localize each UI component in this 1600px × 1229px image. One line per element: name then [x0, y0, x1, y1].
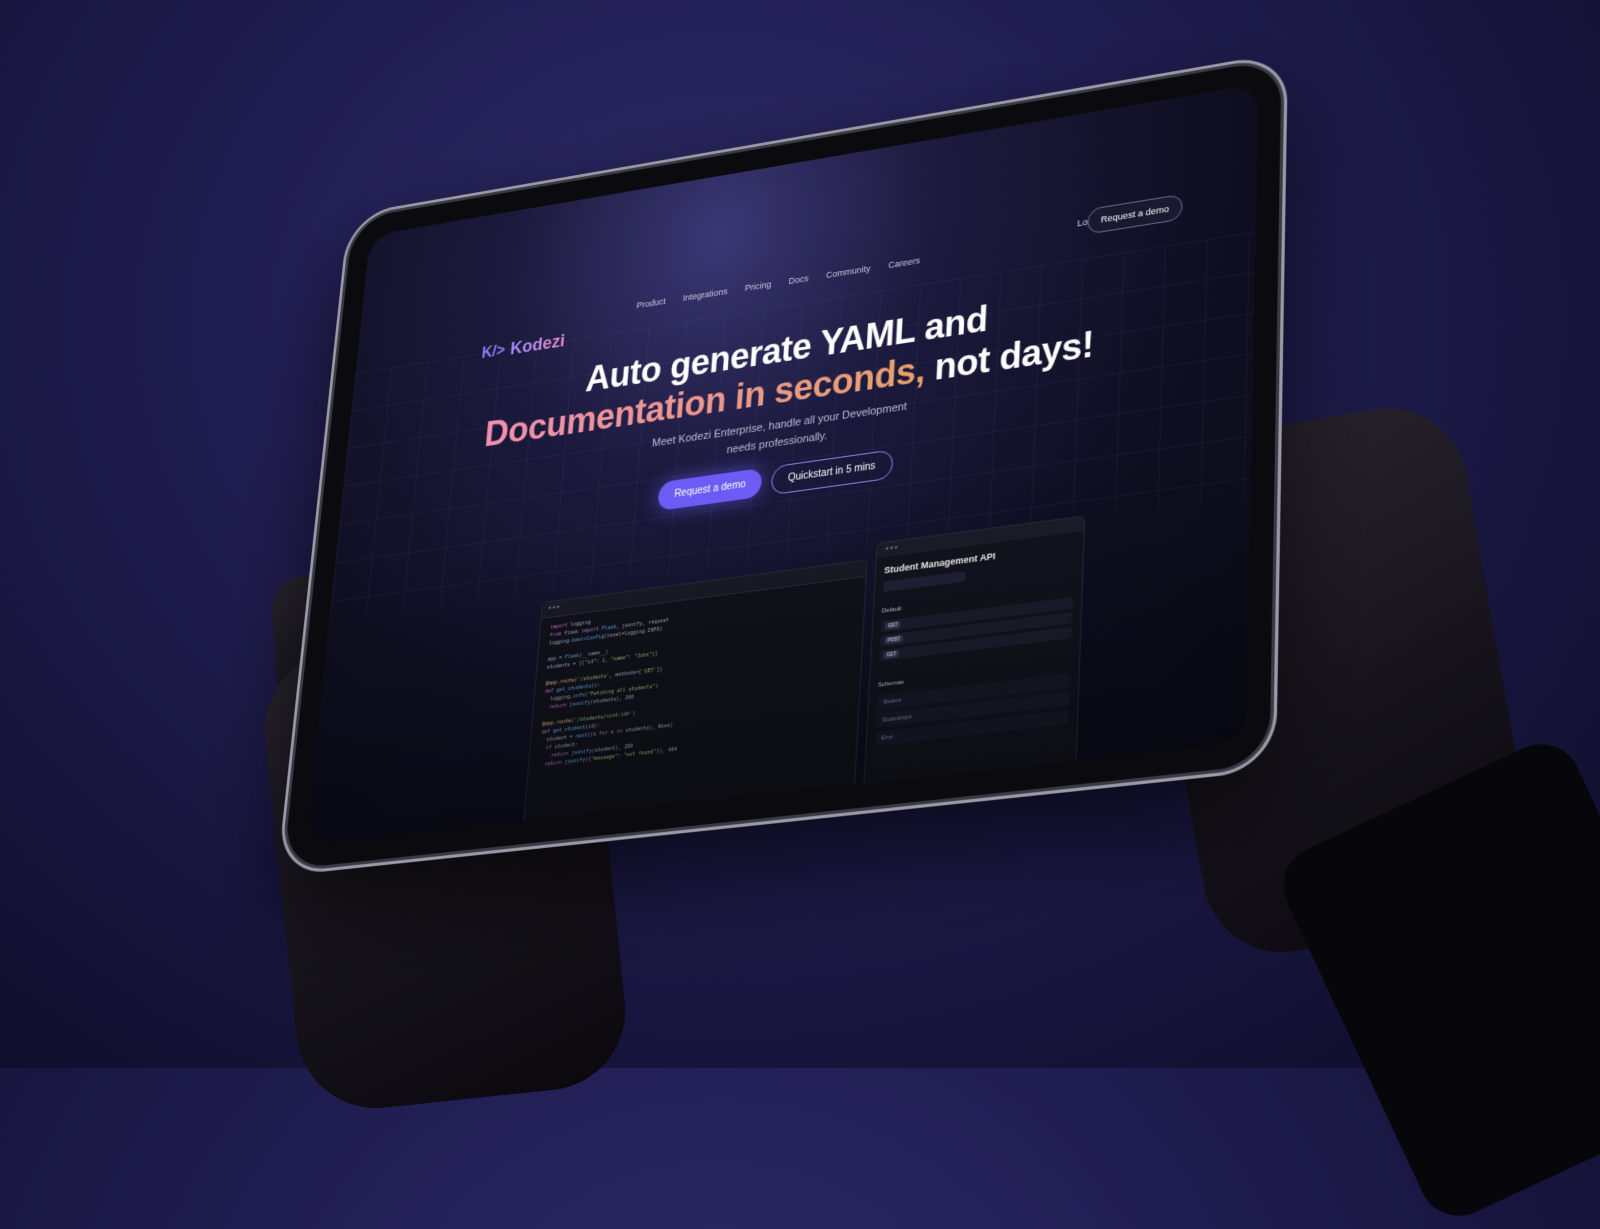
- nav-item-product[interactable]: Product: [636, 296, 666, 310]
- editor-terminal: PROBLEMSOUTPUTDEBUG CONSOLETERMINALPORTS…: [515, 801, 853, 845]
- nav-item-community[interactable]: Community: [826, 263, 871, 280]
- api-docs-preview: ● ● ● Student Management API Default GET…: [857, 515, 1086, 845]
- nav-item-integrations[interactable]: Integrations: [683, 286, 728, 303]
- header-request-demo-button[interactable]: Request a demo: [1087, 194, 1183, 235]
- method-badge: POST: [884, 635, 903, 645]
- method-badge: GET: [883, 650, 899, 659]
- nav-item-pricing[interactable]: Pricing: [745, 279, 772, 293]
- kodezi-logo-icon: K/>: [481, 342, 506, 363]
- tablet-screen: K/> Kodezi Product Integrations Pricing …: [306, 84, 1259, 846]
- code-editor-preview: ● ● ● import logging from flask import F…: [514, 559, 868, 845]
- tablet-device: K/> Kodezi Product Integrations Pricing …: [283, 58, 1282, 869]
- nav-item-careers[interactable]: Careers: [888, 255, 920, 270]
- nav-item-docs[interactable]: Docs: [788, 273, 809, 286]
- method-badge: GET: [885, 621, 901, 630]
